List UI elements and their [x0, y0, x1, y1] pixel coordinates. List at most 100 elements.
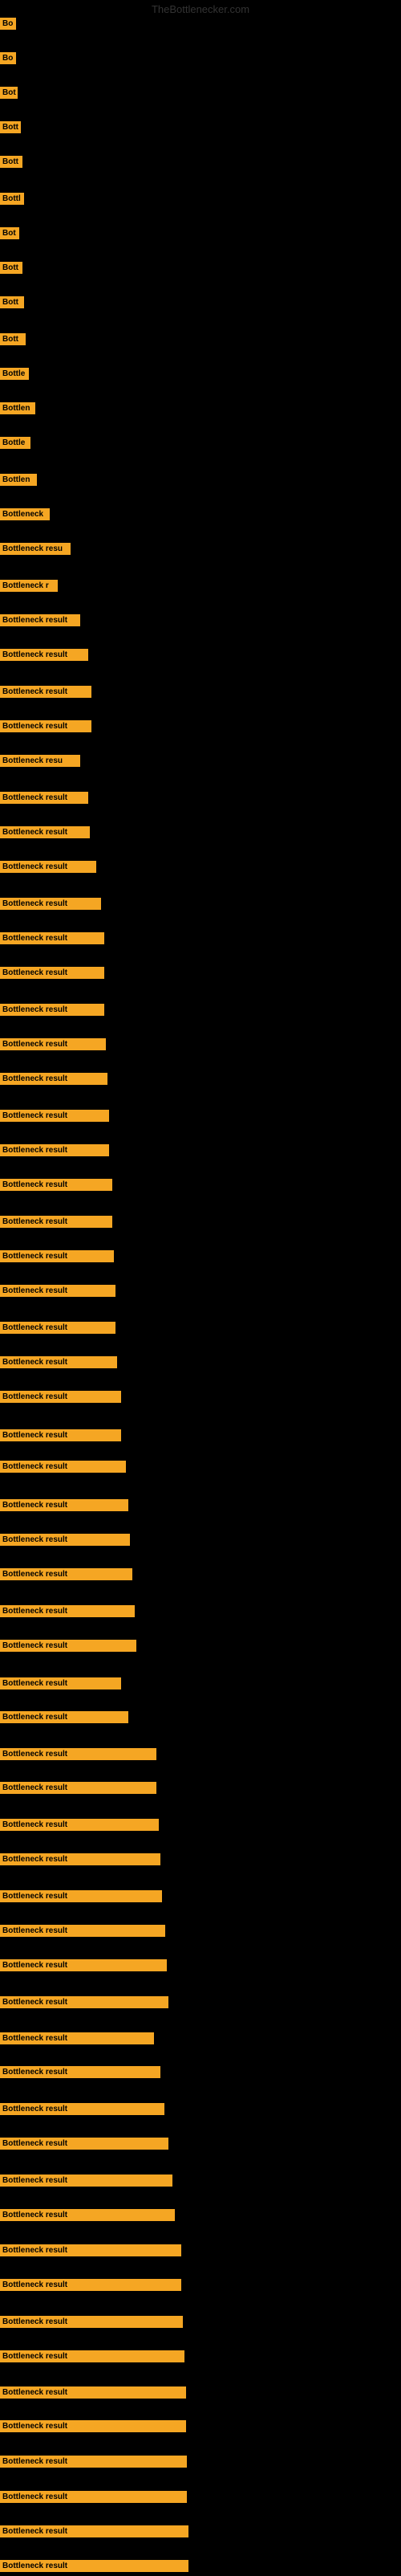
bar-item: Bottleneck result — [0, 1711, 128, 1727]
bar-label: Bottleneck result — [0, 1959, 167, 1971]
site-title: TheBottlenecker.com — [152, 3, 249, 15]
bar-item: Bottleneck result — [0, 1285, 115, 1301]
bar-label: Bottleneck result — [0, 614, 80, 626]
bar-item: Bottlen — [0, 402, 35, 418]
bar-label: Bottleneck result — [0, 2175, 172, 2187]
bar-label: Bottleneck result — [0, 1748, 156, 1760]
bar-label: Bottleneck result — [0, 1853, 160, 1865]
bar-label: Bottleneck result — [0, 826, 90, 838]
bar-item: Bottleneck result — [0, 2279, 181, 2295]
bar-label: Bo — [0, 18, 16, 30]
bar-label: Bottlen — [0, 474, 37, 486]
bar-item: Bottleneck result — [0, 898, 101, 914]
bar-label: Bottleneck result — [0, 861, 96, 873]
bar-label: Bottleneck result — [0, 967, 104, 979]
bar-item: Bottleneck result — [0, 2209, 175, 2225]
bar-item: Bottleneck result — [0, 1322, 115, 1338]
bar-label: Bottleneck result — [0, 2560, 188, 2572]
bar-item: Bottleneck result — [0, 1038, 106, 1054]
bar-item: Bottlen — [0, 474, 37, 490]
bar-label: Bottleneck result — [0, 1711, 128, 1723]
bar-label: Bottleneck result — [0, 1322, 115, 1334]
bar-label: Bottleneck result — [0, 1534, 130, 1546]
bar-item: Bottleneck result — [0, 720, 91, 736]
bar-label: Bottleneck result — [0, 2279, 181, 2291]
bar-item: Bott — [0, 121, 21, 137]
bar-item: Bottleneck result — [0, 2420, 186, 2436]
bar-item: Bott — [0, 333, 26, 349]
bar-item: Bottleneck result — [0, 1677, 121, 1694]
bar-item: Bottleneck result — [0, 861, 96, 877]
bar-item: Bottleneck result — [0, 1250, 114, 1266]
bar-item: Bottleneck result — [0, 2456, 187, 2472]
bar-label: Bottleneck result — [0, 2316, 183, 2328]
bar-label: Bottleneck result — [0, 1004, 104, 1016]
bar-item: Bottleneck result — [0, 1959, 167, 1975]
bar-label: Bottleneck result — [0, 2491, 187, 2503]
bar-item: Bottle — [0, 368, 29, 384]
bar-label: Bottleneck r — [0, 580, 58, 592]
bar-label: Bottleneck result — [0, 898, 101, 910]
bar-item: Bottleneck result — [0, 1853, 160, 1869]
bar-label: Bottleneck result — [0, 1038, 106, 1050]
bar-item: Bottleneck result — [0, 1004, 104, 1020]
bar-label: Bott — [0, 156, 22, 168]
bar-item: Bottleneck resu — [0, 543, 71, 559]
bar-label: Bottleneck result — [0, 1925, 165, 1937]
bar-item: Bottleneck result — [0, 649, 88, 665]
bar-label: Bottleneck result — [0, 1216, 112, 1228]
bar-label: Bottle — [0, 437, 30, 449]
bar-label: Bottleneck result — [0, 649, 88, 661]
bar-label: Bottleneck result — [0, 1179, 112, 1191]
bar-label: Bottleneck result — [0, 1285, 115, 1297]
bar-label: Bottleneck result — [0, 2456, 187, 2468]
bar-item: Bottleneck result — [0, 1748, 156, 1764]
bar-item: Bottleneck result — [0, 1640, 136, 1656]
bar-item: Bo — [0, 52, 16, 68]
bar-item: Bott — [0, 262, 22, 278]
bar-item: Bottleneck result — [0, 1356, 117, 1372]
bar-item: Bottleneck result — [0, 2350, 184, 2366]
bar-item: Bottleneck result — [0, 1073, 107, 1089]
bar-label: Bottleneck result — [0, 1605, 135, 1617]
bar-label: Bottleneck result — [0, 1391, 121, 1403]
bar-label: Bottleneck result — [0, 1782, 156, 1794]
bar-label: Bottleneck result — [0, 2525, 188, 2537]
bar-item: Bottleneck result — [0, 2103, 164, 2119]
bar-label: Bottleneck result — [0, 686, 91, 698]
bar-item: Bottleneck result — [0, 1110, 109, 1126]
bar-item: Bottleneck result — [0, 1819, 159, 1835]
bar-item: Bottleneck result — [0, 2032, 154, 2048]
bar-label: Bottleneck result — [0, 2420, 186, 2432]
bar-item: Bottleneck result — [0, 1605, 135, 1621]
bar-item: Bottleneck result — [0, 967, 104, 983]
bar-label: Bottleneck result — [0, 1110, 109, 1122]
bar-item: Bottleneck resu — [0, 755, 80, 771]
bar-item: Bottleneck result — [0, 1144, 109, 1160]
bar-item: Bottleneck result — [0, 826, 90, 842]
bar-item: Bottleneck — [0, 508, 50, 524]
bar-label: Bottleneck resu — [0, 755, 80, 767]
bar-item: Bottleneck result — [0, 1534, 130, 1550]
bar-label: Bottleneck result — [0, 2244, 181, 2256]
bar-label: Bottleneck result — [0, 2350, 184, 2362]
bar-item: Bottleneck result — [0, 686, 91, 702]
bar-item: Bottleneck result — [0, 1568, 132, 1584]
bar-label: Bottleneck result — [0, 2066, 160, 2078]
bar-item: Bottleneck result — [0, 1179, 112, 1195]
bar-item: Bottleneck result — [0, 2560, 188, 2576]
bar-item: Bot — [0, 227, 19, 243]
bar-label: Bottle — [0, 368, 29, 380]
bar-label: Bottleneck result — [0, 1144, 109, 1156]
bar-label: Bottleneck result — [0, 1073, 107, 1085]
bar-label: Bottleneck result — [0, 1890, 162, 1902]
bar-label: Bottleneck result — [0, 2209, 175, 2221]
bar-item: Bottleneck result — [0, 932, 104, 948]
bar-item: Bottleneck result — [0, 1782, 156, 1798]
bar-item: Bottleneck r — [0, 580, 58, 596]
bar-item: Bottleneck result — [0, 2316, 183, 2332]
bar-label: Bottleneck result — [0, 1819, 159, 1831]
bar-label: Bott — [0, 121, 21, 133]
bar-item: Bottleneck result — [0, 2175, 172, 2191]
bar-label: Bottleneck result — [0, 1356, 117, 1368]
